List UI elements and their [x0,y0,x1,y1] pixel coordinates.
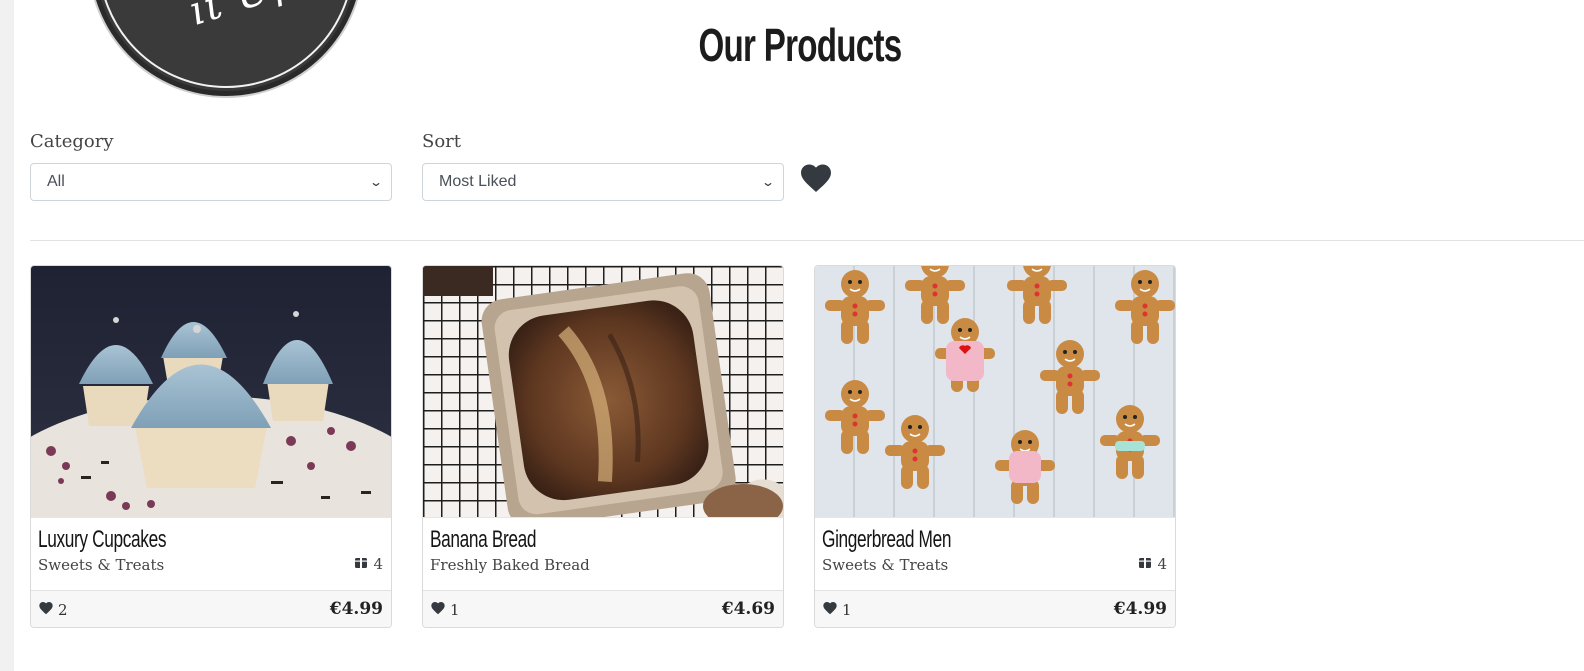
sort-label: Sort [422,131,462,152]
banana-bread-photo[interactable] [423,266,783,517]
favorites-heart-icon[interactable] [798,160,834,196]
chevron-down-icon: ⌄ [368,175,384,189]
product-category[interactable]: Freshly Baked Bread [430,556,590,574]
cupcakes-photo[interactable] [31,266,391,517]
category-label: Category [30,131,114,152]
product-price: €4.99 [329,599,383,619]
product-card-body: Gingerbread Men Sweets & Treats 4 [815,517,1175,590]
filters-divider [30,240,1584,241]
sort-select-value: Most Liked [439,173,517,190]
stock-indicator: 4 [1138,555,1167,573]
product-price: €4.99 [1113,599,1167,619]
product-card-footer: 1 €4.69 [423,590,783,627]
box-icon [354,555,368,573]
product-name[interactable]: Banana Bread [430,526,537,554]
like-count: 1 [842,601,852,619]
product-name[interactable]: Gingerbread Men [822,526,951,554]
page-left-edge [0,0,14,671]
like-count: 1 [450,601,460,619]
heart-icon [38,600,54,620]
heart-icon [822,600,838,620]
stock-indicator: 4 [354,555,383,573]
like-button[interactable]: 1 [822,600,852,620]
category-select[interactable]: All ⌄ [30,163,392,201]
product-card-body: Banana Bread Freshly Baked Bread [423,517,783,590]
product-category[interactable]: Sweets & Treats [822,556,948,574]
product-card-footer: 1 €4.99 [815,590,1175,627]
like-button[interactable]: 1 [430,600,460,620]
page-title: Our Products [698,19,903,71]
sort-select[interactable]: Most Liked ⌄ [422,163,784,201]
box-icon [1138,555,1152,573]
product-card-body: Luxury Cupcakes Sweets & Treats 4 [31,517,391,590]
stock-count: 4 [1157,555,1167,573]
stock-count: 4 [373,555,383,573]
gingerbread-photo[interactable] [815,266,1175,517]
product-card-footer: 2 €4.99 [31,590,391,627]
product-category[interactable]: Sweets & Treats [38,556,164,574]
product-card[interactable]: Luxury Cupcakes Sweets & Treats 4 2 €4.9… [30,265,392,628]
heart-icon [430,600,446,620]
product-card[interactable]: Banana Bread Freshly Baked Bread 1 €4.69 [422,265,784,628]
category-select-value: All [47,173,65,190]
product-name[interactable]: Luxury Cupcakes [38,526,166,554]
product-card[interactable]: Gingerbread Men Sweets & Treats 4 1 €4.9… [814,265,1176,628]
product-price: €4.69 [721,599,775,619]
chevron-down-icon: ⌄ [760,175,776,189]
like-count: 2 [58,601,68,619]
like-button[interactable]: 2 [38,600,68,620]
